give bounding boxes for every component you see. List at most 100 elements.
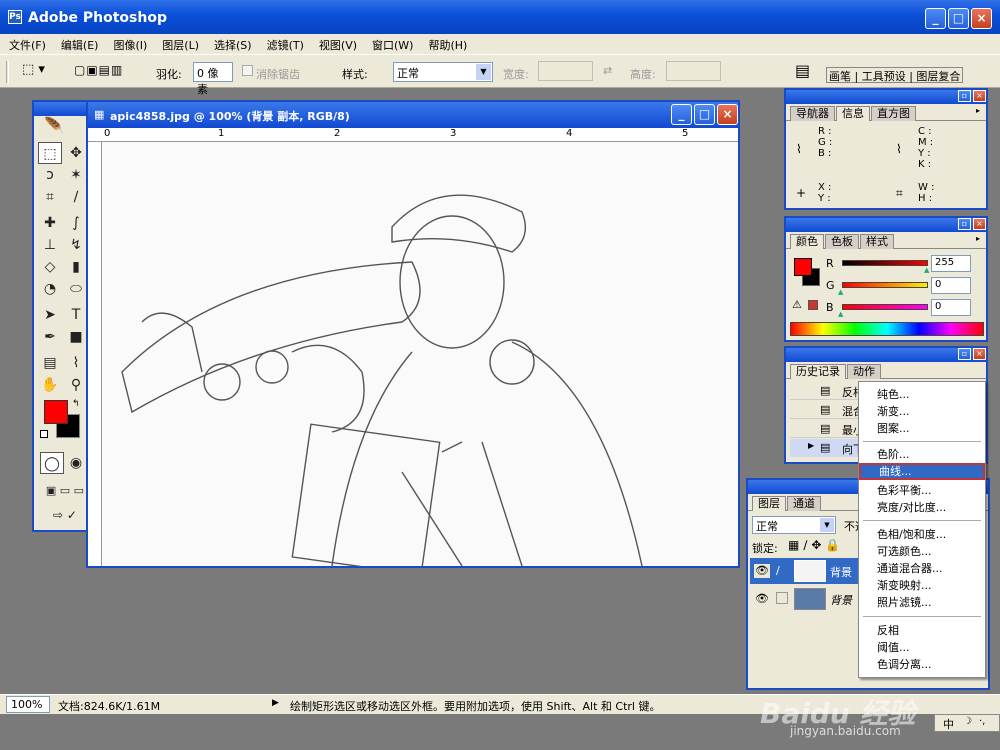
tab-tool-presets[interactable]: 工具预设 [862, 70, 906, 83]
tab-swatches[interactable]: 色板 [825, 234, 859, 249]
menu-item-posterize[interactable]: 色调分离... [859, 656, 985, 673]
healing-brush-icon[interactable]: ✚ [38, 212, 62, 234]
style-select[interactable]: 正常 ▼ [393, 62, 493, 82]
marquee-preset-icon[interactable]: ⬚ ▾ [22, 62, 62, 82]
dodge-tool-icon[interactable]: ⬭ [64, 278, 88, 300]
quick-mask-icon[interactable]: ◉ [64, 452, 88, 474]
tab-navigator[interactable]: 导航器 [790, 106, 835, 121]
standard-mode-icon[interactable]: ◯ [40, 452, 64, 474]
menu-image[interactable]: 图像(I) [104, 34, 153, 53]
panel-close-button[interactable]: × [973, 348, 986, 360]
blur-tool-icon[interactable]: ◔ [38, 278, 62, 300]
canvas[interactable] [102, 142, 738, 576]
panel-minimize-button[interactable]: ▫ [958, 348, 971, 360]
menu-item-brightness-contrast[interactable]: 亮度/对比度... [859, 499, 985, 516]
link-box[interactable] [776, 592, 788, 604]
moon-icon[interactable]: ☽ [963, 716, 972, 727]
menu-item-pattern[interactable]: 图案... [859, 420, 985, 437]
eye-icon[interactable]: 👁 [754, 592, 770, 606]
menu-window[interactable]: 窗口(W) [363, 34, 419, 53]
ime-mode[interactable]: 中 [943, 716, 954, 732]
history-brush-icon[interactable]: ↯ [64, 234, 88, 256]
tab-styles[interactable]: 样式 [860, 234, 894, 249]
g-value-input[interactable]: 0 [931, 277, 971, 294]
brush-tool-icon[interactable]: ∫ [64, 212, 88, 234]
ime-bar[interactable]: 中 ☽ ·, [934, 714, 1000, 732]
panel-minimize-button[interactable]: ▫ [958, 90, 971, 102]
r-value-input[interactable]: 255 [931, 255, 971, 272]
menu-file[interactable]: 文件(F) [0, 34, 52, 53]
menu-item-gradient[interactable]: 渐变... [859, 403, 985, 420]
panel-minimize-button[interactable]: ▫ [958, 218, 971, 230]
move-tool-icon[interactable]: ✥ [64, 142, 88, 164]
menu-select[interactable]: 选择(S) [205, 34, 258, 53]
swap-colors-icon[interactable]: ↰ [72, 399, 80, 409]
type-tool-icon[interactable]: T [64, 304, 88, 326]
width-input[interactable] [538, 61, 593, 81]
menu-item-channel-mixer[interactable]: 通道混合器... [859, 560, 985, 577]
menu-item-gradient-map[interactable]: 渐变映射... [859, 577, 985, 594]
feather-input[interactable]: 0 像素 [193, 62, 233, 96]
tab-layers[interactable]: 图层 [752, 496, 786, 511]
menu-item-threshold[interactable]: 阈值... [859, 639, 985, 656]
lasso-tool-icon[interactable]: ↄ [38, 164, 62, 186]
b-slider[interactable] [842, 304, 928, 310]
gradient-tool-icon[interactable]: ▮ [64, 256, 88, 278]
hand-tool-icon[interactable]: ✋ [38, 374, 62, 396]
tab-histogram[interactable]: 直方图 [871, 106, 916, 121]
menu-item-selective-color[interactable]: 可选颜色... [859, 543, 985, 560]
shape-tool-icon[interactable]: ■ [64, 326, 88, 348]
menu-filter[interactable]: 滤镜(T) [258, 34, 310, 53]
panel-menu-icon[interactable]: ▸ [976, 106, 980, 115]
lock-icons[interactable]: ▦∕✥🔒 [788, 538, 844, 552]
feather-logo-icon[interactable]: 🪶 [44, 116, 84, 136]
doc-info[interactable]: 文档:824.6K/1.61M [58, 698, 160, 714]
pen-tool-icon[interactable]: ✒ [38, 326, 62, 348]
slider-thumb-icon[interactable]: ▲ [838, 310, 843, 318]
eraser-tool-icon[interactable]: ◇ [38, 256, 62, 278]
palette-well-icon[interactable]: ▤ [795, 61, 810, 80]
panel-menu-icon[interactable]: ▸ [976, 234, 980, 243]
tab-channels[interactable]: 通道 [787, 496, 821, 511]
tab-actions[interactable]: 动作 [847, 364, 881, 379]
fg-swatch[interactable] [794, 258, 812, 276]
b-value-input[interactable]: 0 [931, 299, 971, 316]
g-slider[interactable] [842, 282, 928, 288]
menu-item-levels[interactable]: 色阶... [859, 446, 985, 463]
selection-mode-icon[interactable]: ▢▣▤▥ [74, 63, 134, 81]
crop-tool-icon[interactable]: ⌗ [38, 186, 62, 208]
gamut-warning-icon[interactable]: ⚠ [792, 298, 802, 311]
default-colors-icon[interactable] [40, 430, 48, 438]
status-arrow-icon[interactable]: ▶ [272, 698, 279, 708]
swap-icon[interactable]: ⇄ [603, 64, 612, 77]
clone-stamp-icon[interactable]: ⊥ [38, 234, 62, 256]
foreground-color-swatch[interactable] [44, 400, 68, 424]
tab-info[interactable]: 信息 [836, 106, 870, 121]
tab-layer-comps[interactable]: 图层复合 [916, 70, 960, 83]
eye-icon[interactable]: 👁 [754, 564, 770, 578]
zoom-input[interactable]: 100% [6, 696, 50, 713]
menu-item-hue-saturation[interactable]: 色相/饱和度... [859, 526, 985, 543]
slider-thumb-icon[interactable]: ▲ [924, 266, 929, 274]
menu-item-photo-filter[interactable]: 照片滤镜... [859, 594, 985, 611]
height-input[interactable] [666, 61, 721, 81]
slider-thumb-icon[interactable]: ▲ [838, 288, 843, 296]
jump-imageready-icon[interactable]: ⇨ ✓ [38, 504, 92, 526]
magic-wand-icon[interactable]: ✶ [64, 164, 88, 186]
layer-row-active[interactable]: 👁 ∕ 背景 [750, 558, 860, 584]
panel-close-button[interactable]: × [973, 218, 986, 230]
zoom-tool-icon[interactable]: ⚲ [64, 374, 88, 396]
path-select-icon[interactable]: ➤ [38, 304, 62, 326]
tab-brushes[interactable]: 画笔 [829, 70, 851, 83]
panel-close-button[interactable]: × [973, 90, 986, 102]
color-ramp[interactable] [790, 322, 984, 336]
maximize-button[interactable]: □ [948, 8, 969, 29]
antialias-checkbox[interactable] [242, 65, 253, 76]
doc-minimize-button[interactable]: _ [671, 104, 692, 125]
menu-item-invert[interactable]: 反相 [859, 622, 985, 639]
punctuation-icon[interactable]: ·, [979, 716, 985, 727]
menu-view[interactable]: 视图(V) [310, 34, 363, 53]
doc-close-button[interactable]: × [717, 104, 738, 125]
notes-tool-icon[interactable]: ▤ [38, 352, 62, 374]
menu-layer[interactable]: 图层(L) [153, 34, 205, 53]
